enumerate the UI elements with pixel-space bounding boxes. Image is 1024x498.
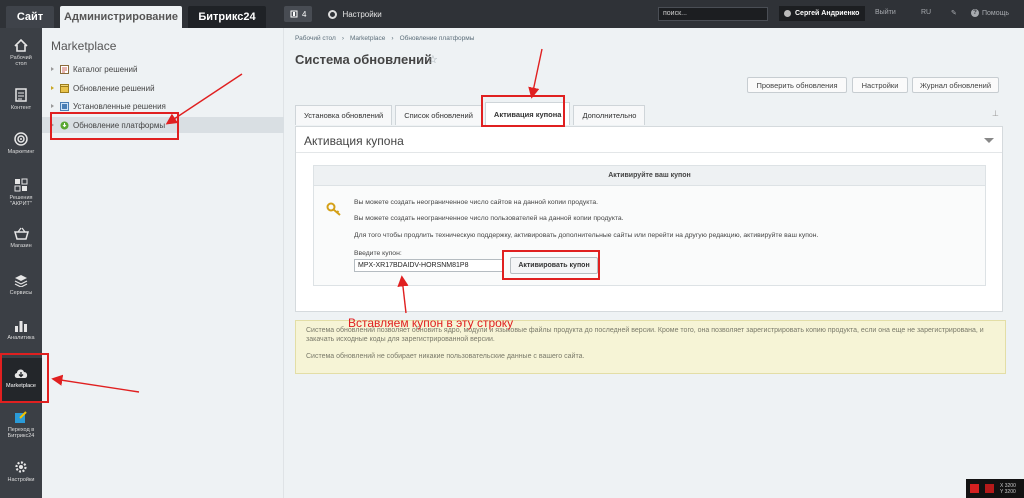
coordinate-widget: X 3200 Y 3200 [966, 479, 1024, 498]
coord-y: Y 3200 [1000, 488, 1016, 495]
annotation-arrows [51, 48, 543, 393]
coordinate-readout: X 3200 Y 3200 [1000, 483, 1016, 495]
red-square-icon [970, 484, 979, 493]
annotation-text: Вставляем купон в эту строку [348, 316, 514, 330]
red-square-icon [985, 484, 994, 493]
